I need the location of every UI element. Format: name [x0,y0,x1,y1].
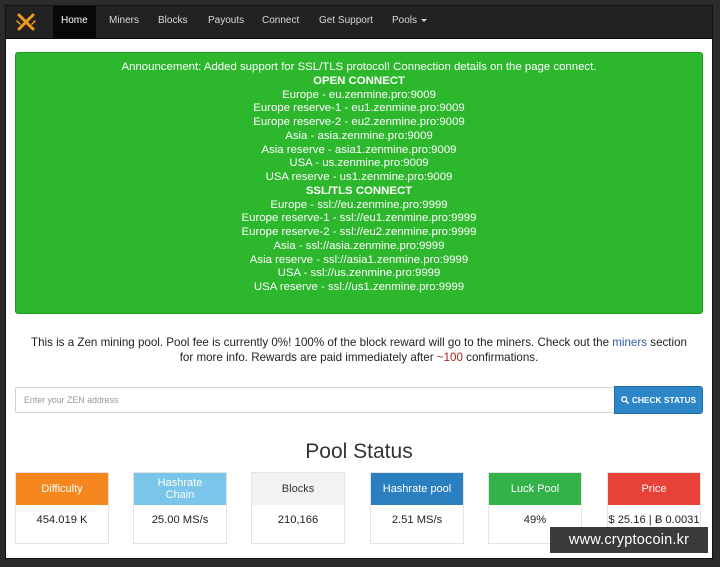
intro-text: section [647,336,688,349]
top-navbar: Home Miners Blocks Payouts Connect Get S… [6,6,712,39]
search-icon [620,396,629,404]
check-status-label: CHECK STATUS [631,395,697,405]
announcement-line: Europe reserve-2 - eu2.zenmine.pro:9009 [253,116,465,128]
announcement-line: USA - us.zenmine.pro:9009 [289,157,429,170]
announcement-line: Asia - asia.zenmine.pro:9009 [285,129,433,142]
difficulty-value: 454.019 K [36,514,88,526]
blocks-card: Blocks 210,166 [251,472,345,544]
ssl-connect-heading: SSL/TLS CONNECT [305,184,413,197]
announcement-line: USA reserve - us1.zenmine.pro:9009 [265,171,453,183]
nav-home[interactable]: Home [53,6,96,38]
zen-address-input[interactable] [15,387,615,413]
caret-down-icon [421,18,428,22]
announcement-line: USA - ssl://us.zenmine.pro:9999 [277,267,441,280]
announcement-line: Europe - ssl://eu.zenmine.pro:9999 [270,198,448,211]
confirmations-count: ~100 [436,350,463,364]
hashrate-pool-value: 2.51 MS/s [391,514,443,526]
announcement-line: Announcement: Added support for SSL/TLS … [121,61,597,73]
miners-link[interactable]: miners [612,336,647,349]
price-label: Price [608,473,700,505]
nav-pools-dropdown[interactable]: Pools [384,6,435,38]
hashrate-pool-label: Hashrate pool [371,473,463,505]
open-connect-heading: OPEN CONNECT [313,74,405,87]
hashrate-chain-label: Hashrate Chain [134,473,226,505]
difficulty-label: Difficulty [16,473,108,505]
announcement-line: Asia reserve - ssl://asia1.zenmine.pro:9… [249,253,469,266]
nav-pools-label: Pools [392,15,418,26]
pool-status-title: Pool Status [305,440,413,463]
announcement-line: Europe - eu.zenmine.pro:9009 [282,88,436,101]
luck-pool-value: 49% [523,514,547,526]
zen-logo-icon[interactable] [16,12,36,32]
announcement-line: USA reserve - ssl://us1.zenmine.pro:9999 [253,281,465,293]
watermark: www.cryptocoin.kr [550,527,708,553]
hashrate-chain-value: 25.00 MS/s [151,514,209,526]
intro-text: confirmations. [462,350,539,364]
nav-miners[interactable]: Miners [101,6,147,38]
intro-text: This is a Zen mining pool. Pool fee is c… [30,336,613,349]
hashrate-chain-card: Hashrate Chain 25.00 MS/s [133,472,227,544]
hashrate-chain-label-text: Hashrate Chain [157,476,203,502]
check-status-button[interactable]: CHECK STATUS [614,386,703,414]
pool-intro-text: This is a Zen mining pool. Pool fee is c… [6,336,712,365]
blocks-label: Blocks [252,473,344,505]
browser-page: Home Miners Blocks Payouts Connect Get S… [6,6,712,558]
nav-get-support[interactable]: Get Support [311,6,381,38]
intro-text: for more info. Rewards are paid immediat… [179,350,437,364]
announcement-line: Asia - ssl://asia.zenmine.pro:9999 [273,239,445,252]
announcement-line: Asia reserve - asia1.zenmine.pro:9009 [261,143,457,156]
announcement-banner: Announcement: Added support for SSL/TLS … [15,52,703,314]
price-value: $ 25.16 | Ƀ 0.0031 [608,514,700,526]
blocks-value: 210,166 [277,514,319,526]
announcement-line: Europe reserve-1 - ssl://eu1.zenmine.pro… [241,212,477,225]
announcement-line: Europe reserve-2 - ssl://eu2.zenmine.pro… [241,226,477,238]
nav-connect[interactable]: Connect [254,6,307,38]
difficulty-card: Difficulty 454.019 K [15,472,109,544]
hashrate-pool-card: Hashrate pool 2.51 MS/s [370,472,464,544]
nav-blocks[interactable]: Blocks [150,6,195,38]
nav-payouts[interactable]: Payouts [200,6,252,38]
luck-pool-label: Luck Pool [489,473,581,505]
announcement-line: Europe reserve-1 - eu1.zenmine.pro:9009 [253,102,465,115]
